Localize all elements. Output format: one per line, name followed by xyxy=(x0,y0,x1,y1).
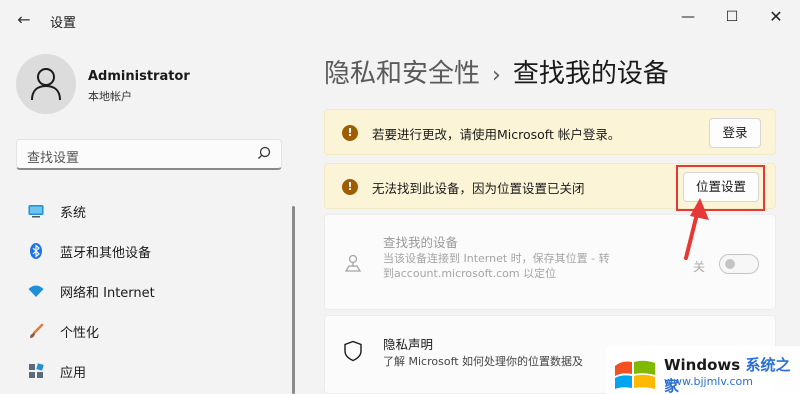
brush-icon xyxy=(30,323,44,338)
sidebar-item-system[interactable]: 系统 xyxy=(16,193,288,229)
sidebar-item-personalization[interactable]: 个性化 xyxy=(16,313,288,349)
find-device-title: 查找我的设备 xyxy=(383,235,459,250)
warning-icon: ! xyxy=(342,179,358,195)
sidebar-item-label: 网络和 Internet xyxy=(60,286,155,301)
watermark-brand: Windows 系统之家 xyxy=(664,354,800,394)
toggle-state-label: 关 xyxy=(693,260,706,274)
breadcrumb-parent[interactable]: 隐私和安全性 xyxy=(324,59,480,89)
account-type: 本地帐户 xyxy=(88,90,132,103)
apps-icon xyxy=(29,363,44,378)
sidebar-item-apps[interactable]: 应用 xyxy=(16,353,288,389)
back-arrow-icon[interactable]: ← xyxy=(12,8,36,32)
signin-button[interactable]: 登录 xyxy=(709,118,761,148)
shield-icon xyxy=(344,340,362,362)
sidebar-item-label: 系统 xyxy=(60,206,87,221)
toggle-knob xyxy=(725,259,735,269)
sidebar-item-label: 蓝牙和其他设备 xyxy=(60,246,152,261)
search-input[interactable]: 查找设置 xyxy=(16,139,282,170)
watermark-url: www.bjjmlv.com xyxy=(664,375,753,388)
signin-warning-banner: ! 若要进行更改，请使用Microsoft 帐户登录。 登录 xyxy=(324,109,776,155)
window-title: 设置 xyxy=(50,16,77,31)
minimize-icon[interactable]: — xyxy=(668,4,708,30)
banner-text: 无法找到此设备，因为位置设置已关闭 xyxy=(372,181,585,196)
watermark-brand-name: Windows xyxy=(664,356,741,374)
find-device-description: 当该设备连接到 Internet 时，保存其位置 - 转到account.mic… xyxy=(383,252,610,280)
wifi-icon xyxy=(28,285,44,297)
page-title: 查找我的设备 xyxy=(512,59,669,89)
warning-icon: ! xyxy=(342,125,358,141)
maximize-icon[interactable]: ☐ xyxy=(712,4,752,30)
annotation-arrow-icon xyxy=(684,198,709,260)
user-name: Administrator xyxy=(88,69,190,84)
location-pin-icon xyxy=(344,254,362,272)
sidebar-scrollbar[interactable] xyxy=(292,206,295,394)
privacy-title: 隐私声明 xyxy=(383,337,434,352)
breadcrumb-separator: › xyxy=(492,63,501,88)
user-icon xyxy=(31,68,61,101)
search-icon xyxy=(258,146,271,159)
bluetooth-icon xyxy=(30,243,42,259)
banner-text: 若要进行更改，请使用Microsoft 帐户登录。 xyxy=(372,127,621,142)
sidebar-item-label: 个性化 xyxy=(60,326,100,341)
sidebar-item-bluetooth[interactable]: 蓝牙和其他设备 xyxy=(16,233,288,269)
breadcrumb: 隐私和安全性 › 查找我的设备 xyxy=(324,53,669,90)
find-device-toggle[interactable] xyxy=(719,254,759,274)
close-icon[interactable]: ✕ xyxy=(756,4,796,30)
title-bar: ← 设置 — ☐ ✕ xyxy=(0,0,800,42)
windows-logo-icon xyxy=(615,360,655,389)
privacy-description: 了解 Microsoft 如何处理你的位置数据及 xyxy=(383,355,584,368)
sidebar-item-label: 应用 xyxy=(60,366,87,381)
search-placeholder: 查找设置 xyxy=(27,151,80,166)
sidebar-item-network[interactable]: 网络和 Internet xyxy=(16,273,288,309)
monitor-icon xyxy=(28,205,44,218)
avatar[interactable] xyxy=(16,54,76,114)
watermark: Windows 系统之家 www.bjjmlv.com xyxy=(606,346,800,394)
